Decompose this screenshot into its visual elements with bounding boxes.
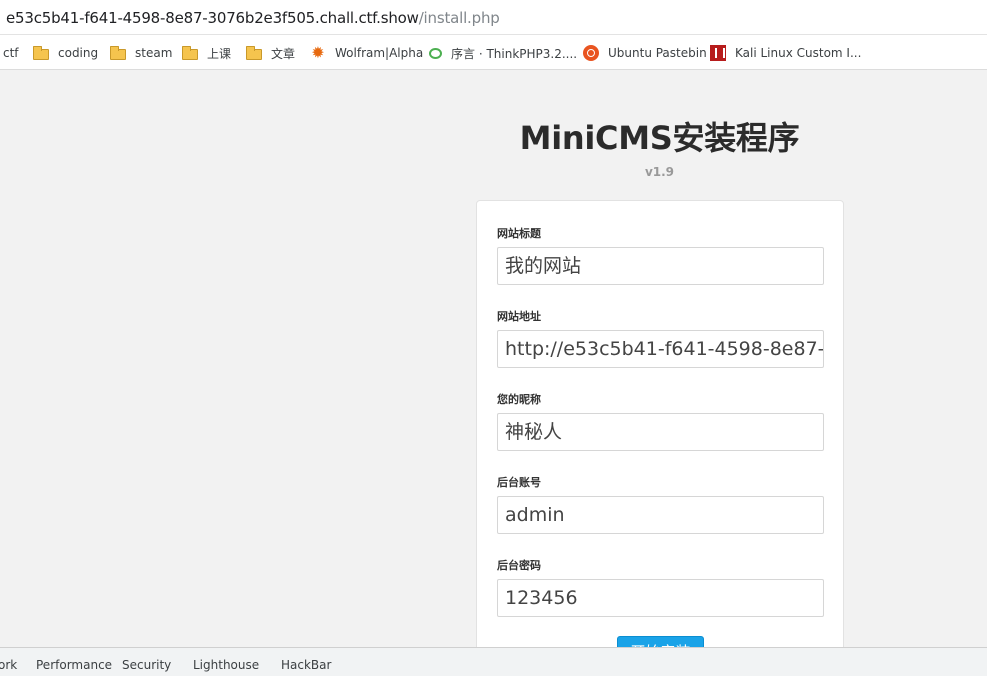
bookmark-ctf[interactable]: ctf xyxy=(3,44,19,62)
site-url-input[interactable]: http://e53c5b41-f641-4598-8e87-30 xyxy=(497,330,824,368)
site-title-input[interactable]: 我的网站 xyxy=(497,247,824,285)
bookmark-ubuntu-pastebin[interactable]: Ubuntu Pastebin xyxy=(583,44,707,62)
bookmark-label: ctf xyxy=(3,46,19,60)
folder-icon xyxy=(246,46,262,60)
bookmark-label: 上课 xyxy=(207,46,232,61)
admin-account-label: 后台账号 xyxy=(497,476,541,489)
install-form: 网站标题 我的网站 网站地址 http://e53c5b41-f641-4598… xyxy=(476,200,844,668)
tab-lighthouse[interactable]: Lighthouse xyxy=(193,658,259,672)
kali-icon xyxy=(710,45,726,61)
url-path: /install.php xyxy=(418,9,500,27)
thinkphp-icon xyxy=(429,47,442,59)
tab-network[interactable]: ork xyxy=(0,658,17,672)
admin-account-input[interactable]: admin xyxy=(497,496,824,534)
bookmark-articles[interactable]: 文章 xyxy=(246,44,295,62)
site-url-label: 网站地址 xyxy=(497,310,541,323)
bookmark-label: 文章 xyxy=(271,46,296,61)
ubuntu-icon xyxy=(583,45,599,61)
tab-performance[interactable]: Performance xyxy=(36,658,112,672)
bookmark-label: steam xyxy=(135,46,173,60)
bookmark-label: 序言 · ThinkPHP3.2.... xyxy=(451,46,578,61)
bookmark-label: Wolfram|Alpha xyxy=(335,46,424,60)
folder-icon xyxy=(110,46,126,60)
wolfram-icon: ✹ xyxy=(311,43,325,62)
url-text[interactable]: e53c5b41-f641-4598-8e87-3076b2e3f505.cha… xyxy=(6,9,500,27)
bookmark-label: coding xyxy=(58,46,99,60)
bookmark-kali[interactable]: Kali Linux Custom I... xyxy=(710,44,861,62)
bookmark-class[interactable]: 上课 xyxy=(182,44,231,62)
bookmark-wolfram[interactable]: ✹ Wolfram|Alpha xyxy=(310,44,423,62)
page-title: MiniCMS安装程序 xyxy=(519,119,800,157)
tab-security[interactable]: Security xyxy=(122,658,171,672)
bookmark-label: Kali Linux Custom I... xyxy=(735,46,862,60)
folder-icon xyxy=(33,46,49,60)
bookmarks-bar: ctf coding steam 上课 文章 ✹ Wolfram|Alpha 序言… xyxy=(0,35,987,70)
version-label: v1.9 xyxy=(644,165,675,179)
address-bar[interactable]: e53c5b41-f641-4598-8e87-3076b2e3f505.cha… xyxy=(0,0,987,35)
bookmark-steam[interactable]: steam xyxy=(110,44,172,62)
nickname-input[interactable]: 神秘人 xyxy=(497,413,824,451)
admin-password-label: 后台密码 xyxy=(497,559,541,572)
bookmark-label: Ubuntu Pastebin xyxy=(608,46,707,60)
devtools-tabbar: ork Performance Security Lighthouse Hack… xyxy=(0,647,987,676)
admin-password-input[interactable]: 123456 xyxy=(497,579,824,617)
nickname-label: 您的昵称 xyxy=(497,393,541,406)
tab-hackbar[interactable]: HackBar xyxy=(281,658,331,672)
bookmark-coding[interactable]: coding xyxy=(33,44,98,62)
site-title-label: 网站标题 xyxy=(497,227,541,240)
bookmark-thinkphp[interactable]: 序言 · ThinkPHP3.2.... xyxy=(429,44,577,62)
folder-icon xyxy=(182,46,198,60)
url-host: e53c5b41-f641-4598-8e87-3076b2e3f505.cha… xyxy=(6,9,419,27)
